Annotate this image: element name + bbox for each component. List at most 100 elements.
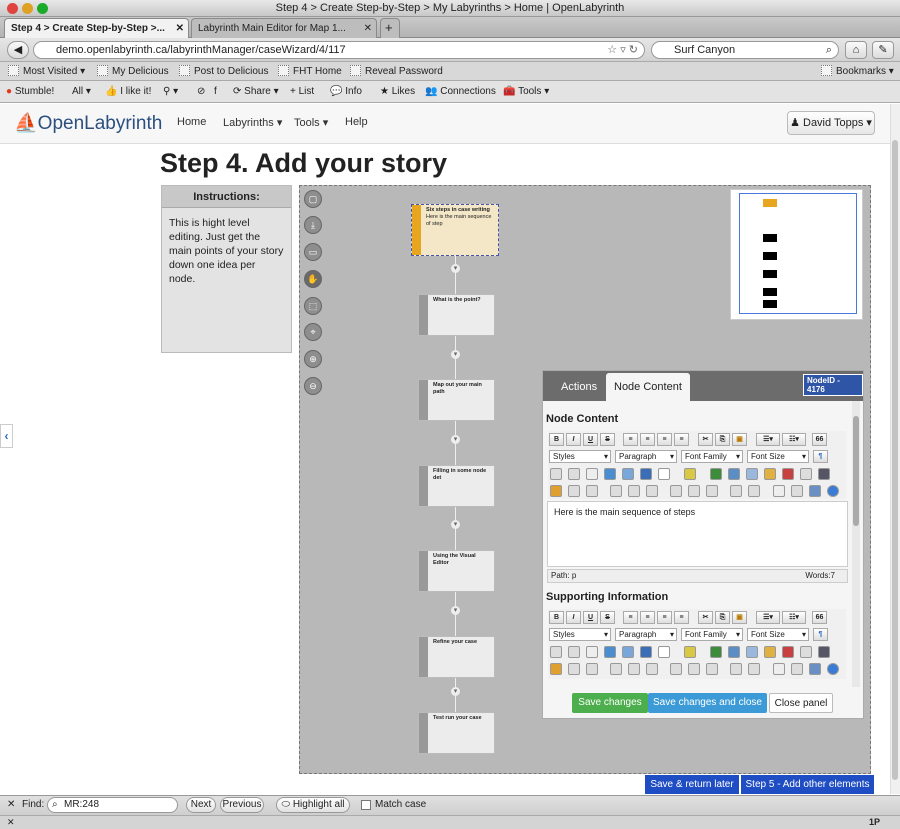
source-icon[interactable]: [730, 663, 742, 675]
text-color-icon[interactable]: [658, 468, 670, 480]
outdent-icon[interactable]: [568, 663, 580, 675]
help-icon[interactable]: [827, 663, 839, 675]
justify-icon[interactable]: ≡: [674, 611, 689, 624]
link-icon[interactable]: [568, 468, 580, 480]
hr-icon[interactable]: [728, 646, 740, 658]
blockquote-button[interactable]: 66: [812, 611, 827, 624]
paste-icon[interactable]: ▣: [732, 611, 747, 624]
bold-button[interactable]: B: [549, 433, 564, 446]
link-arrow-icon[interactable]: ▾: [451, 520, 460, 529]
source-icon[interactable]: [730, 485, 742, 497]
image-icon[interactable]: [604, 646, 616, 658]
select-icon[interactable]: ⬚: [304, 297, 322, 315]
menu-help[interactable]: Help: [345, 116, 368, 128]
spellcheck-icon[interactable]: [818, 468, 830, 480]
menu-home[interactable]: Home: [177, 116, 206, 128]
bullet-list-icon[interactable]: ☰▾: [756, 611, 780, 624]
bookmark-star-icon[interactable]: ☆ ▿ ↻: [607, 42, 638, 58]
styles-dropdown[interactable]: Styles ▾: [549, 628, 611, 641]
zoom-in-icon[interactable]: ⊕: [304, 350, 322, 368]
close-window-icon[interactable]: [7, 3, 18, 14]
menu-tools[interactable]: Tools ▾: [294, 116, 328, 129]
align-left-icon[interactable]: ≡: [623, 611, 638, 624]
numbered-list-icon[interactable]: ☷▾: [782, 611, 806, 624]
italic-button[interactable]: I: [566, 611, 581, 624]
template-icon[interactable]: [746, 646, 758, 658]
save-icon[interactable]: ⤓: [304, 216, 322, 234]
stumble-button[interactable]: ● Stumble!: [6, 81, 54, 103]
minimap-viewport[interactable]: [739, 193, 857, 314]
node-handle[interactable]: [419, 713, 428, 753]
tab-actions[interactable]: Actions: [553, 373, 605, 401]
superscript-icon[interactable]: [628, 485, 640, 497]
blockquote-button[interactable]: 66: [812, 433, 827, 446]
remove-format-icon[interactable]: [791, 485, 803, 497]
highlight-all-button[interactable]: ⬭ Highlight all: [276, 797, 350, 813]
panel-scrollbar-thumb[interactable]: [853, 416, 859, 526]
outdent-icon[interactable]: [568, 485, 580, 497]
minimize-window-icon[interactable]: [22, 3, 33, 14]
visual-aid-icon[interactable]: [706, 663, 718, 675]
close-tab-icon[interactable]: ✕: [176, 19, 184, 38]
clean-icon[interactable]: [688, 485, 700, 497]
node-card[interactable]: What is the point?: [418, 294, 495, 336]
cut-icon[interactable]: ✂: [698, 433, 713, 446]
styles-dropdown[interactable]: Styles ▾: [549, 450, 611, 463]
highlight-icon[interactable]: [684, 646, 696, 658]
embed-icon[interactable]: [640, 646, 652, 658]
search-icon[interactable]: ⌕: [826, 42, 832, 58]
node-handle[interactable]: [412, 205, 421, 255]
special-char-icon[interactable]: [800, 468, 812, 480]
indent-icon[interactable]: [586, 485, 598, 497]
bookmarks-menu[interactable]: Bookmarks ▾: [821, 62, 894, 81]
remove-format-icon[interactable]: [791, 663, 803, 675]
chart-icon[interactable]: [809, 485, 821, 497]
image-icon[interactable]: [604, 468, 616, 480]
find-input[interactable]: ⌕ MR:248: [47, 797, 178, 813]
anchor-icon[interactable]: [586, 646, 598, 658]
clean-icon[interactable]: [688, 663, 700, 675]
user-menu-button[interactable]: ♟ David Topps ▾: [787, 111, 875, 135]
node-card[interactable]: Using the Visual Editor: [418, 550, 495, 592]
special-char-icon[interactable]: [800, 646, 812, 658]
page-scrollbar-thumb[interactable]: [892, 140, 898, 780]
find-next-button[interactable]: Next: [186, 797, 216, 813]
preview-icon[interactable]: [748, 485, 760, 497]
link-arrow-icon[interactable]: ▾: [451, 350, 460, 359]
paragraph-mark-icon[interactable]: ¶: [813, 450, 828, 463]
strikethrough-button[interactable]: S: [600, 611, 615, 624]
bookmark-reveal-password[interactable]: Reveal Password: [350, 62, 443, 81]
font-size-dropdown[interactable]: Font Size ▾: [747, 628, 809, 641]
match-case-checkbox[interactable]: [361, 800, 371, 810]
copy-icon[interactable]: ⎘: [715, 433, 730, 446]
align-center-icon[interactable]: ≡: [640, 611, 655, 624]
close-findbar-icon[interactable]: ✕: [7, 796, 15, 814]
anchor-icon[interactable]: [586, 468, 598, 480]
node-handle[interactable]: [419, 637, 428, 677]
help-icon[interactable]: [827, 485, 839, 497]
font-size-dropdown[interactable]: Font Size ▾: [747, 450, 809, 463]
subscript-icon[interactable]: [610, 663, 622, 675]
tab-step4[interactable]: Step 4 > Create Step-by-Step >... ✕: [4, 18, 189, 38]
node-handle[interactable]: [419, 466, 428, 506]
search-input[interactable]: Surf Canyon ⌕: [651, 41, 839, 59]
share-button[interactable]: ⟳ Share ▾: [233, 81, 279, 103]
cut-icon[interactable]: ✂: [698, 611, 713, 624]
node-card[interactable]: Test run your case: [418, 712, 495, 754]
node-handle[interactable]: [419, 551, 428, 591]
font-family-dropdown[interactable]: Font Family ▾: [681, 450, 743, 463]
numbered-list-icon[interactable]: ☷▾: [782, 433, 806, 446]
save-return-later-button[interactable]: Save & return later: [645, 775, 739, 794]
info-button[interactable]: 💬 Info: [330, 81, 362, 103]
subscript-icon[interactable]: [610, 485, 622, 497]
new-tab-button[interactable]: +: [380, 18, 400, 38]
home-icon[interactable]: ⌂: [845, 41, 867, 59]
node-handle[interactable]: [419, 295, 428, 335]
bookmark-post-delicious[interactable]: Post to Delicious: [179, 62, 268, 81]
spellcheck-icon[interactable]: [818, 646, 830, 658]
preview-icon[interactable]: [748, 663, 760, 675]
superscript-icon[interactable]: [628, 663, 640, 675]
tools-icon[interactable]: ✎: [872, 41, 894, 59]
menu-labyrinths[interactable]: Labyrinths ▾: [223, 116, 282, 129]
folder-icon[interactable]: ▭: [304, 243, 322, 261]
